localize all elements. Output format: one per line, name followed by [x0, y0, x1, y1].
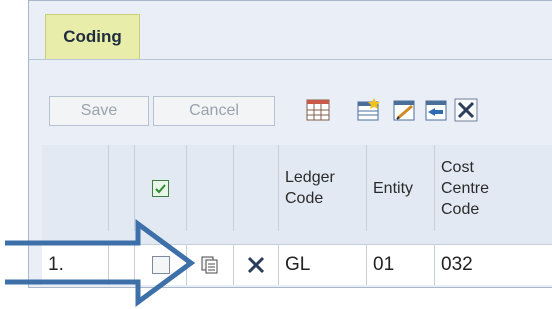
grid-icon[interactable] — [304, 96, 331, 123]
import-icon[interactable] — [422, 96, 449, 123]
row-number: 1. — [42, 244, 109, 285]
delete-icon[interactable] — [246, 255, 266, 275]
header-select-all — [135, 145, 187, 231]
header-delete — [234, 145, 279, 231]
header-ledger-code[interactable]: Ledger Code — [279, 145, 367, 231]
edit-icon[interactable] — [390, 96, 417, 123]
row-delete-cell — [234, 244, 279, 285]
tab-separator — [28, 59, 552, 60]
save-button[interactable]: Save — [49, 96, 149, 126]
row-spacer — [109, 244, 135, 285]
cell-cost-centre-code[interactable]: 032 — [435, 244, 552, 285]
cell-ledger-code[interactable]: GL — [279, 244, 367, 285]
copy-icon[interactable] — [200, 255, 220, 275]
header-spacer-row — [42, 231, 552, 244]
select-all-checkbox[interactable] — [152, 179, 169, 197]
header-entity[interactable]: Entity — [367, 145, 435, 231]
cell-entity[interactable]: 01 — [367, 244, 435, 285]
row-select-cell — [135, 244, 187, 285]
row-checkbox[interactable] — [151, 256, 170, 274]
header-row-number — [42, 145, 109, 231]
header-cost-centre-code[interactable]: Cost Centre Code — [435, 145, 552, 231]
cancel-button[interactable]: Cancel — [153, 96, 275, 126]
close-icon[interactable] — [452, 96, 479, 123]
header-spacer — [109, 145, 135, 231]
header-copy — [187, 145, 234, 231]
check-icon — [155, 183, 166, 193]
add-row-icon[interactable] — [354, 96, 381, 123]
tab-coding[interactable]: Coding — [45, 14, 140, 60]
row-copy-cell — [187, 244, 234, 285]
